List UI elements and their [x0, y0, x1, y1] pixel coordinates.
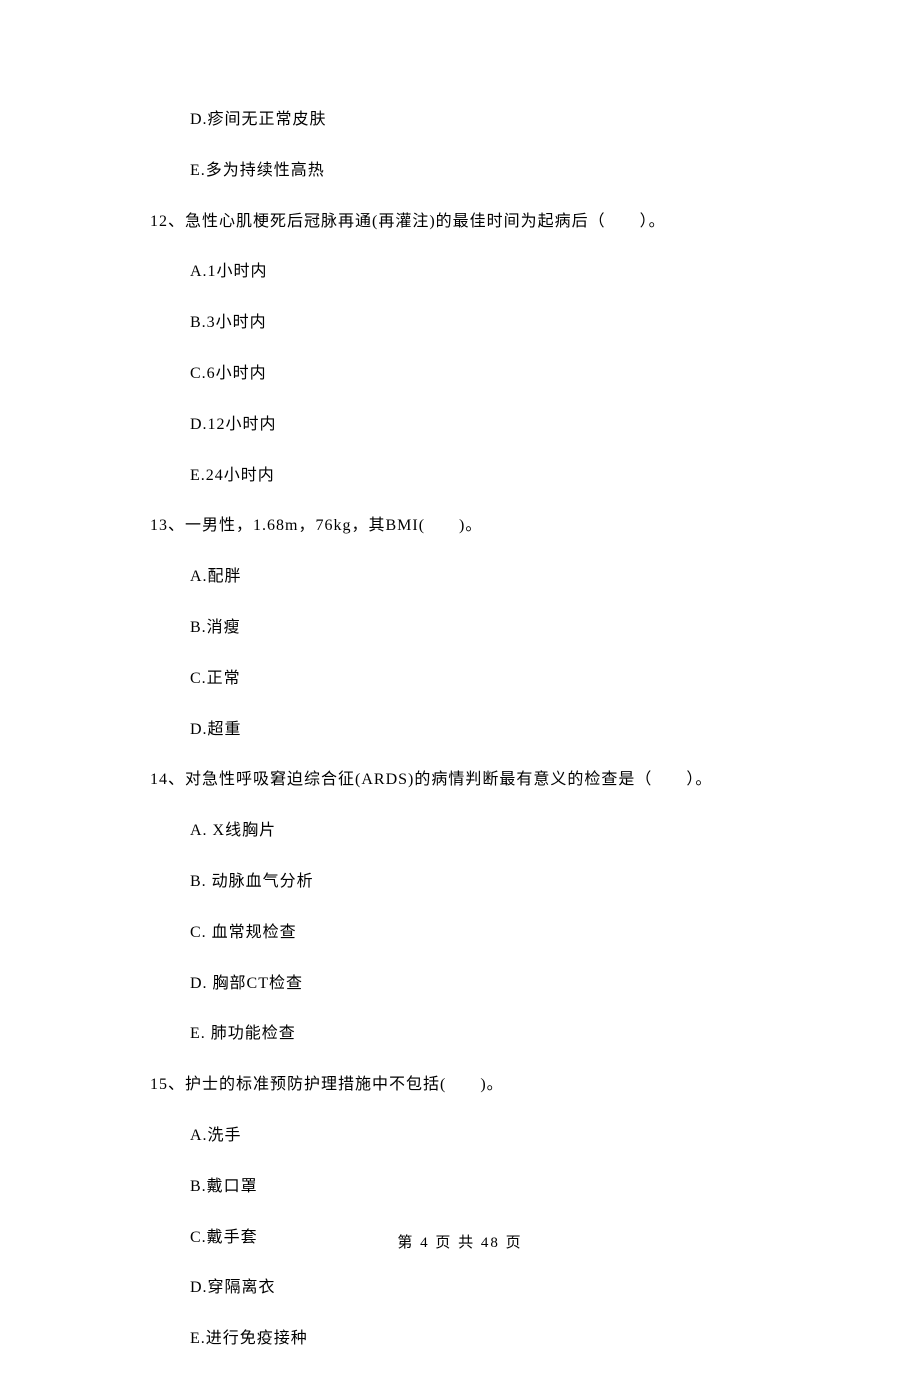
content-area: D.疹间无正常皮肤 E.多为持续性高热 12、急性心肌梗死后冠脉再通(再灌注)的… — [150, 110, 810, 1380]
option: C.正常 — [190, 669, 810, 690]
leading-option: D.疹间无正常皮肤 — [190, 110, 810, 131]
question-text: 护士的标准预防护理措施中不包括( )。 — [185, 1076, 504, 1093]
question-text: 急性心肌梗死后冠脉再通(再灌注)的最佳时间为起病后（ ）。 — [185, 213, 666, 230]
leading-option: E.多为持续性高热 — [190, 161, 810, 182]
question-14: 14、对急性呼吸窘迫综合征(ARDS)的病情判断最有意义的检查是（ ）。 — [150, 770, 810, 791]
option: A.配胖 — [190, 567, 810, 588]
option: C.6小时内 — [190, 364, 810, 385]
page-footer: 第 4 页 共 48 页 — [0, 1231, 920, 1252]
option: B. 动脉血气分析 — [190, 872, 810, 893]
question-number: 12、 — [150, 213, 185, 230]
question-number: 14、 — [150, 771, 185, 788]
option: A.洗手 — [190, 1126, 810, 1147]
question-number: 15、 — [150, 1076, 185, 1093]
question-text: 对急性呼吸窘迫综合征(ARDS)的病情判断最有意义的检查是（ ）。 — [185, 771, 712, 788]
question-15: 15、护士的标准预防护理措施中不包括( )。 — [150, 1075, 810, 1096]
option: A.1小时内 — [190, 262, 810, 283]
option: C. 血常规检查 — [190, 923, 810, 944]
option: E.24小时内 — [190, 466, 810, 487]
question-13: 13、一男性，1.68m，76kg，其BMI( )。 — [150, 516, 810, 537]
option: B.戴口罩 — [190, 1177, 810, 1198]
question-number: 13、 — [150, 517, 185, 534]
option: E.进行免疫接种 — [190, 1329, 810, 1350]
page-container: D.疹间无正常皮肤 E.多为持续性高热 12、急性心肌梗死后冠脉再通(再灌注)的… — [0, 0, 920, 1302]
option: E. 肺功能检查 — [190, 1024, 810, 1045]
question-12: 12、急性心肌梗死后冠脉再通(再灌注)的最佳时间为起病后（ ）。 — [150, 212, 810, 233]
option: D.超重 — [190, 720, 810, 741]
option: A. X线胸片 — [190, 821, 810, 842]
option: D. 胸部CT检查 — [190, 974, 810, 995]
option: B.3小时内 — [190, 313, 810, 334]
option: D.穿隔离衣 — [190, 1278, 810, 1299]
option: D.12小时内 — [190, 415, 810, 436]
option: B.消瘦 — [190, 618, 810, 639]
question-text: 一男性，1.68m，76kg，其BMI( )。 — [185, 517, 482, 534]
